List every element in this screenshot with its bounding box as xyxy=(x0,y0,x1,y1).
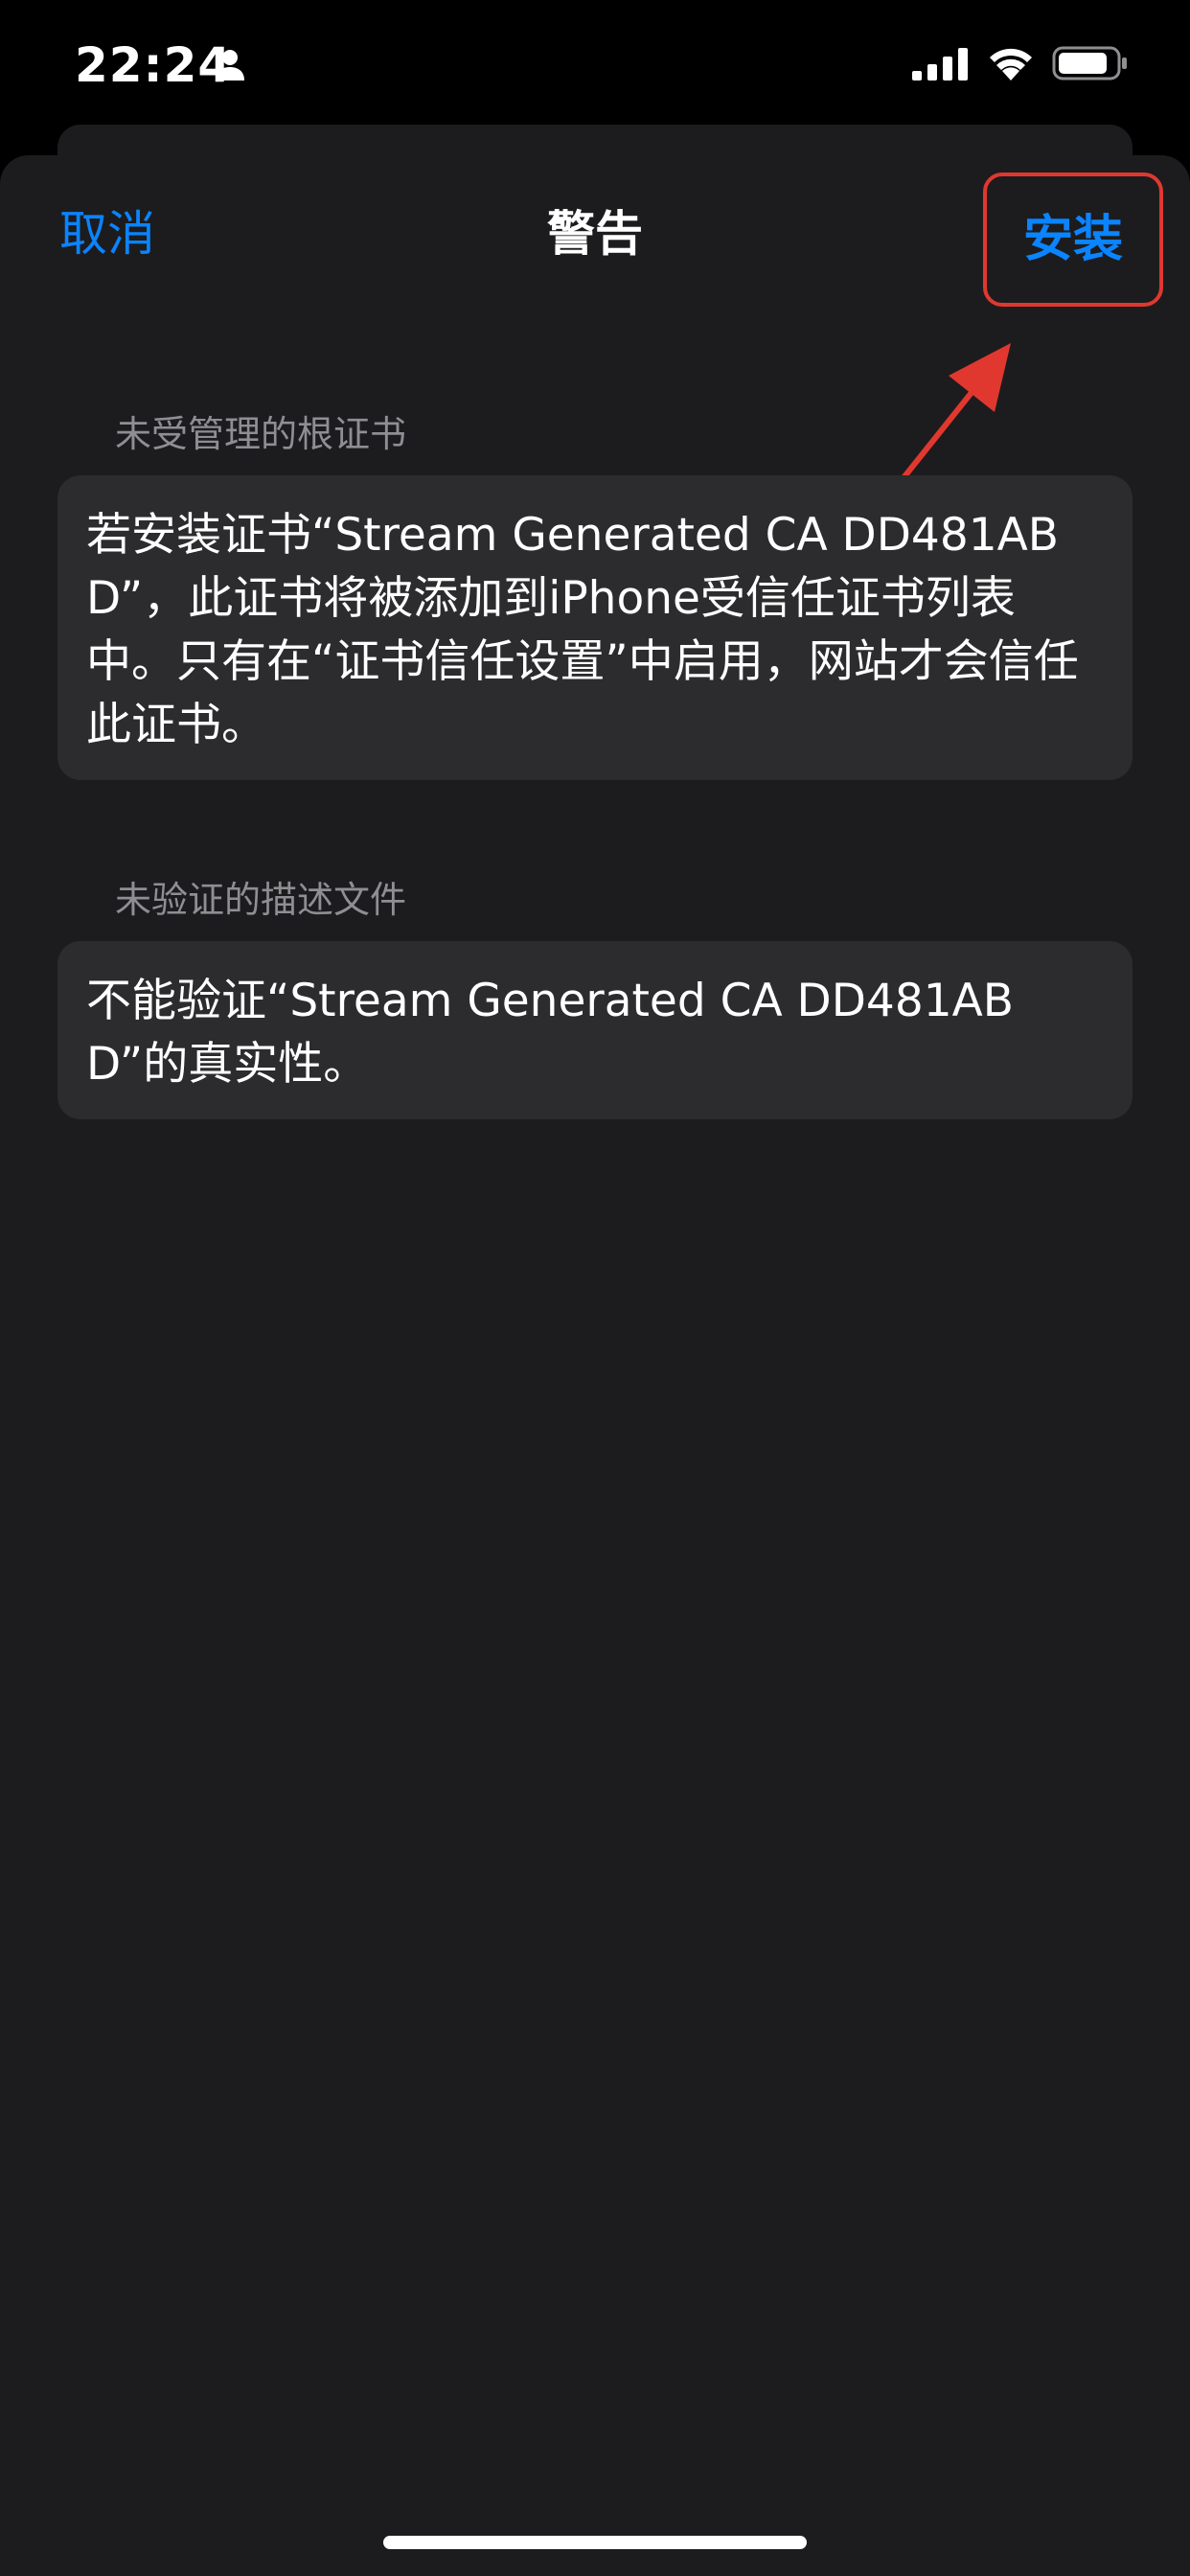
person-icon xyxy=(216,50,244,80)
section-header-unmanaged-root-certificate: 未受管理的根证书 xyxy=(115,413,407,455)
wifi-icon xyxy=(990,48,1032,80)
status-time: 22:24 xyxy=(75,37,233,93)
install-button-label: 安装 xyxy=(1022,211,1123,268)
section-card-unverified-profile: 不能验证“Stream Generated CA DD481ABD”的真实性。 xyxy=(57,941,1133,1119)
cellular-signal-icon xyxy=(912,48,968,80)
profile-warning-text: 不能验证“Stream Generated CA DD481ABD”的真实性。 xyxy=(86,975,1015,1091)
status-bar: 22:24 xyxy=(0,0,1190,134)
section-card-unmanaged-root-certificate: 若安装证书“Stream Generated CA DD481ABD”，此证书将… xyxy=(57,475,1133,780)
install-button[interactable]: 安装 xyxy=(983,172,1163,307)
certificate-warning-text: 若安装证书“Stream Generated CA DD481ABD”，此证书将… xyxy=(86,509,1079,751)
section-header-unverified-profile: 未验证的描述文件 xyxy=(115,879,407,921)
battery-icon xyxy=(1052,46,1127,80)
home-indicator[interactable] xyxy=(383,2536,807,2549)
